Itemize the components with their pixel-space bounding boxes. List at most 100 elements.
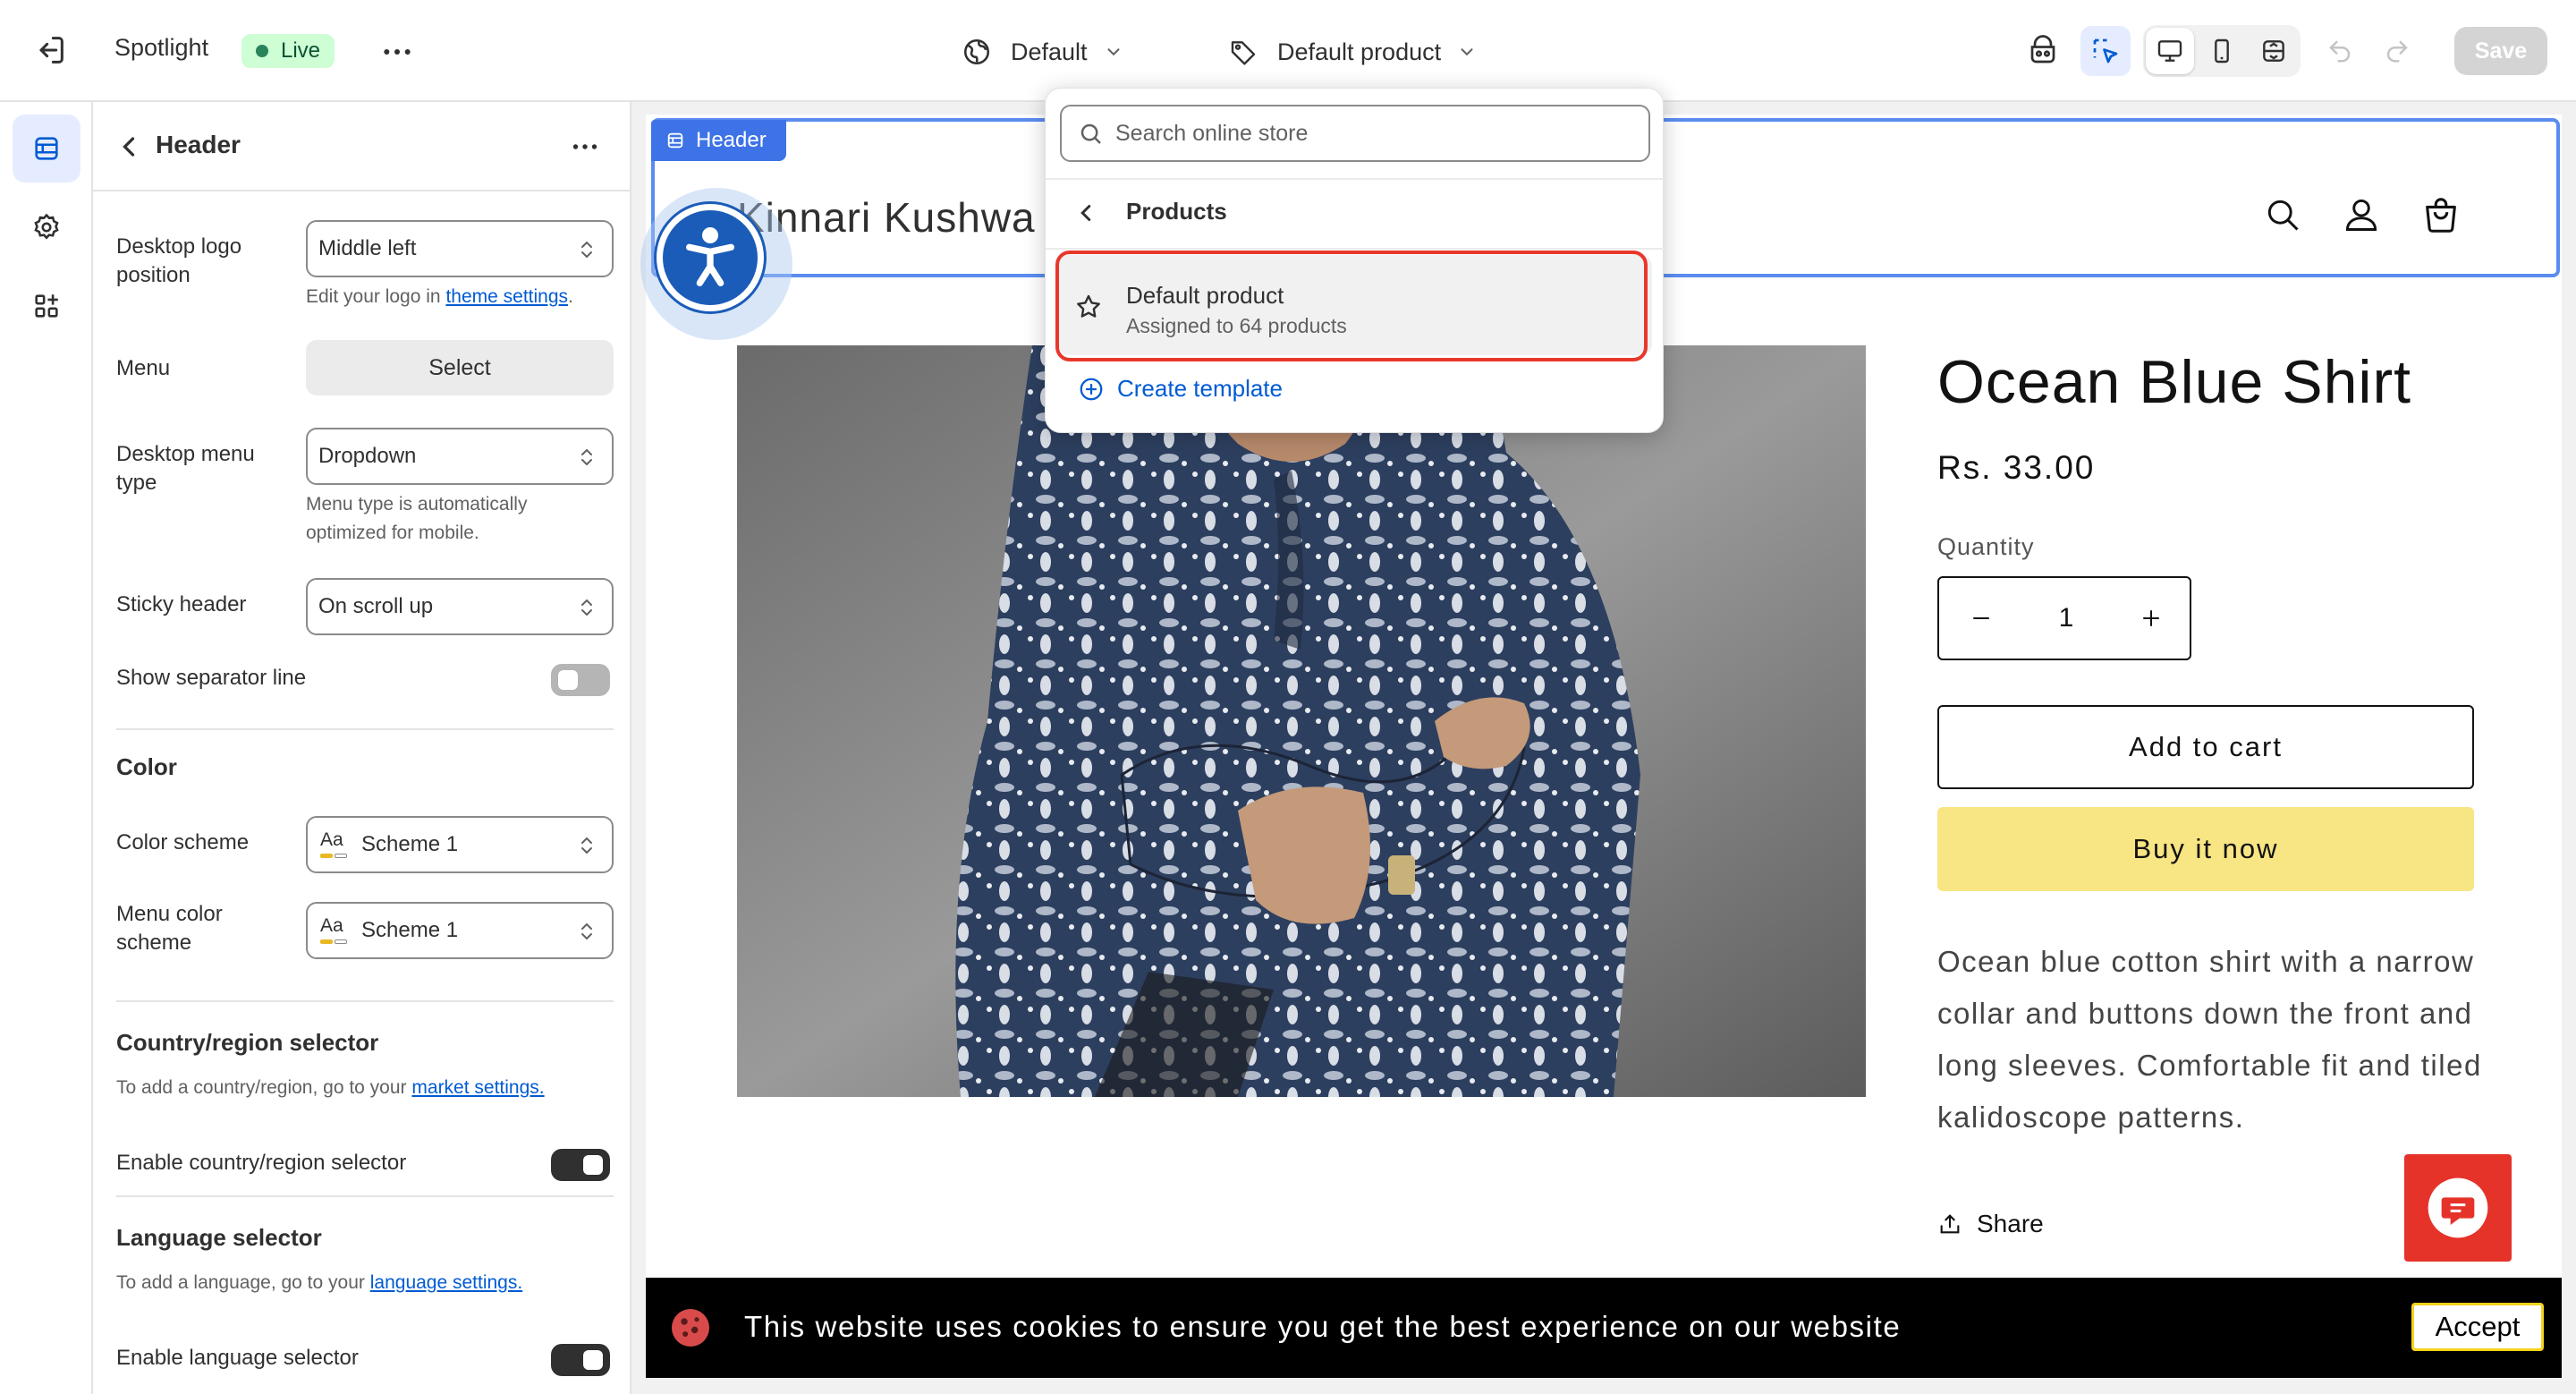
scheme-swatch-icon: Aa — [318, 829, 349, 860]
product-description: Ocean blue cotton shirt with a narrow co… — [1937, 945, 2482, 1134]
swatch-text: Aa — [320, 829, 343, 850]
product-price: Rs. 33.00 — [1937, 449, 2096, 486]
show-separator-toggle[interactable] — [551, 664, 610, 696]
buy-now-button[interactable]: Buy it now — [1937, 807, 2474, 891]
country-toggle-label: Enable country/region selector — [116, 1151, 407, 1175]
header-tag-label: Header — [696, 128, 767, 152]
language-selector-toggle[interactable] — [551, 1344, 610, 1376]
color-scheme-label: Color scheme — [116, 830, 250, 854]
device-view-group — [2143, 25, 2301, 77]
header-section-tag[interactable]: Header — [651, 120, 786, 161]
divider — [116, 1195, 614, 1197]
country-help: To add a country/region, go to your mark… — [116, 1077, 545, 1099]
share-icon — [1937, 1211, 1962, 1237]
theme-tools-icon[interactable] — [2018, 26, 2068, 76]
divider — [1046, 248, 1665, 250]
chevron-updown-icon — [576, 596, 597, 619]
fullscreen-icon[interactable] — [2250, 28, 2298, 74]
swatch-text: Aa — [320, 915, 343, 936]
chevron-updown-icon — [576, 238, 597, 261]
desktop-logo-position-select[interactable]: Middle left — [306, 220, 614, 277]
search-icon — [1080, 123, 1101, 144]
menu-select-button[interactable]: Select — [306, 340, 614, 395]
apps-icon[interactable] — [13, 272, 80, 340]
menu-color-scheme-select[interactable]: Aa Scheme 1 — [306, 902, 614, 959]
theme-settings-link[interactable]: theme settings — [445, 286, 568, 307]
undo-icon[interactable] — [2315, 26, 2365, 76]
cookie-text: This website uses cookies to ensure you … — [744, 1310, 1902, 1343]
more-icon[interactable] — [567, 131, 603, 163]
desktop-logo-position-label: Desktop logo position — [116, 234, 242, 287]
dropdown-section-title: Products — [1126, 198, 1227, 225]
country-section-title: Country/region selector — [116, 1029, 379, 1056]
sections-icon[interactable] — [13, 115, 80, 183]
help-text: Edit your logo in — [306, 286, 441, 307]
back-icon[interactable] — [113, 131, 145, 163]
menu-color-scheme-label: Menu color scheme — [116, 902, 223, 955]
template-selector[interactable]: Default product — [1225, 32, 1477, 72]
chevron-updown-icon — [576, 920, 597, 943]
plus-icon[interactable] — [2138, 605, 2165, 632]
select-value: Middle left — [318, 236, 417, 260]
mobile-icon[interactable] — [2198, 28, 2246, 74]
more-icon[interactable] — [379, 34, 415, 70]
select-value: Scheme 1 — [361, 832, 459, 856]
divider — [116, 728, 614, 730]
language-settings-link[interactable]: language settings. — [370, 1272, 522, 1293]
inspector-icon[interactable] — [2080, 26, 2131, 76]
country-selector-toggle[interactable] — [551, 1149, 610, 1181]
market-settings-link[interactable]: market settings. — [411, 1077, 544, 1098]
toggle-knob — [583, 1155, 603, 1175]
status-text: Live — [281, 38, 321, 63]
menu-type-help: Menu type is automatically optimized for… — [306, 494, 528, 543]
quantity-stepper: 1 — [1937, 576, 2191, 660]
chevron-down-icon — [1457, 42, 1477, 62]
exit-icon[interactable] — [32, 32, 68, 68]
language-section-title: Language selector — [116, 1224, 322, 1251]
create-template-label: Create template — [1117, 375, 1283, 402]
chat-icon[interactable] — [2404, 1154, 2512, 1262]
cookie-banner: This website uses cookies to ensure you … — [646, 1278, 2562, 1378]
toggle-knob — [583, 1350, 603, 1370]
divider — [116, 1000, 614, 1002]
product-image[interactable] — [737, 345, 1866, 1097]
status-badge: Live — [242, 34, 335, 68]
share-label: Share — [1977, 1210, 2044, 1237]
globe-icon — [959, 34, 995, 70]
help-text: To add a language, go to your — [116, 1272, 365, 1293]
select-value: Scheme 1 — [361, 918, 459, 942]
theme-label: Default — [1011, 38, 1088, 65]
scheme-swatch-icon: Aa — [318, 915, 349, 946]
quantity-label: Quantity — [1937, 533, 2035, 560]
save-button[interactable]: Save — [2454, 27, 2547, 75]
desktop-menu-type-select[interactable]: Dropdown — [306, 428, 614, 485]
divider — [1046, 178, 1665, 180]
search-input[interactable]: Search online store — [1060, 105, 1650, 162]
panel-header: Header — [93, 102, 630, 191]
help-text: To add a country/region, go to your — [116, 1077, 407, 1098]
theme-selector[interactable]: Default — [959, 32, 1123, 72]
back-icon[interactable] — [1072, 200, 1099, 226]
language-help: To add a language, go to your language s… — [116, 1272, 522, 1294]
color-scheme-select[interactable]: Aa Scheme 1 — [306, 816, 614, 873]
add-to-cart-button[interactable]: Add to cart — [1937, 705, 2474, 789]
accept-cookies-button[interactable]: Accept — [2411, 1303, 2544, 1351]
top-bar: Spotlight Live Default Default product S… — [0, 0, 2576, 102]
language-toggle-label: Enable language selector — [116, 1346, 359, 1370]
product-title: Ocean Blue Shirt — [1937, 348, 2412, 416]
select-value: Dropdown — [318, 444, 417, 468]
logo-help: Edit your logo in theme settings. — [306, 283, 573, 311]
chevron-updown-icon — [576, 446, 597, 469]
left-rail — [0, 102, 93, 1394]
color-section-title: Color — [116, 753, 177, 780]
gear-icon[interactable] — [13, 193, 80, 261]
share-button[interactable]: Share — [1937, 1210, 2044, 1238]
help-suffix: . — [568, 286, 573, 307]
sticky-header-select[interactable]: On scroll up — [306, 578, 614, 635]
accessibility-icon[interactable] — [657, 204, 764, 311]
create-template-link[interactable]: Create template — [1078, 375, 1283, 403]
desktop-icon[interactable] — [2146, 28, 2194, 74]
redo-icon[interactable] — [2372, 26, 2422, 76]
toggle-knob — [558, 670, 578, 690]
chevron-updown-icon — [576, 834, 597, 857]
